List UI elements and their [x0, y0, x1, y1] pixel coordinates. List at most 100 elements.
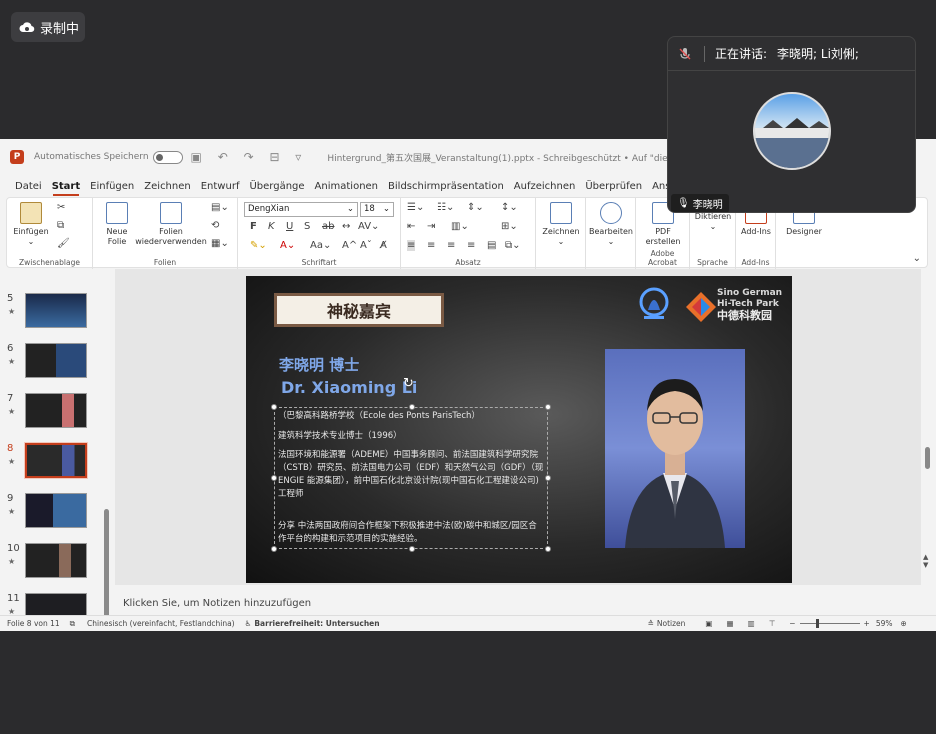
- grow-font-icon[interactable]: A^: [342, 240, 357, 251]
- change-case-icon[interactable]: Aa⌄: [310, 240, 331, 251]
- shrink-font-icon[interactable]: Aˇ: [360, 240, 372, 251]
- resize-handle[interactable]: [271, 404, 277, 410]
- justify-icon[interactable]: ≡: [467, 240, 475, 251]
- tab-bildschirmpraesentation[interactable]: Bildschirmpräsentation: [383, 181, 509, 197]
- resize-handle[interactable]: [271, 546, 277, 552]
- shadow-icon[interactable]: S: [304, 221, 310, 232]
- thumbnail-slide-7[interactable]: 7 ★: [0, 393, 112, 433]
- spellcheck-icon[interactable]: ⧉: [70, 619, 75, 629]
- layout-icon[interactable]: ▤⌄: [211, 202, 229, 213]
- reuse-slides-button[interactable]: Folien wiederverwenden: [135, 202, 207, 247]
- underline-icon[interactable]: U: [286, 221, 293, 232]
- zoom-slider-thumb[interactable]: [815, 619, 819, 628]
- numbering-icon[interactable]: ☷⌄: [437, 202, 454, 213]
- resize-handle[interactable]: [545, 546, 551, 552]
- quick-access-icons[interactable]: ▣ ↶ ↷ ⊟ ▿: [191, 150, 308, 164]
- resize-handle[interactable]: [545, 475, 551, 481]
- new-slide-icon: [106, 202, 128, 224]
- cut-icon[interactable]: ✂: [57, 202, 65, 213]
- accessibility-status[interactable]: Barrierefreiheit: Untersuchen: [254, 619, 379, 628]
- canvas-scrollbar[interactable]: ▲ ▼: [923, 269, 930, 615]
- align-left-icon[interactable]: ≡: [407, 240, 416, 251]
- edit-button[interactable]: Bearbeiten ⌄: [588, 202, 634, 247]
- highlight-icon[interactable]: ✎⌄: [250, 240, 267, 251]
- resize-handle[interactable]: [409, 546, 415, 552]
- scroll-arrows-icon[interactable]: ▲ ▼: [923, 553, 928, 569]
- zoom-in-icon[interactable]: +: [864, 619, 870, 628]
- section-icon[interactable]: ▦⌄: [211, 238, 229, 249]
- scrollbar-thumb[interactable]: [925, 447, 930, 469]
- speaker-photo[interactable]: [605, 349, 745, 548]
- zoom-slider[interactable]: [799, 619, 860, 628]
- normal-view-icon[interactable]: ▣: [705, 619, 712, 628]
- notes-pane[interactable]: Klicken Sie, um Notizen hinzuzufügen: [115, 591, 921, 615]
- resize-handle[interactable]: [545, 404, 551, 410]
- columns-icon[interactable]: ▥⌄: [451, 221, 469, 232]
- slide-sorter-icon[interactable]: ▦: [727, 619, 734, 628]
- align-center-icon[interactable]: ≡: [427, 240, 435, 251]
- align-text-icon[interactable]: ⊞⌄: [501, 221, 518, 232]
- edit-group: Bearbeiten ⌄: [586, 198, 636, 269]
- participant-avatar[interactable]: [753, 92, 831, 170]
- align-right-icon[interactable]: ≡: [447, 240, 455, 251]
- zoom-out-icon[interactable]: −: [789, 619, 795, 628]
- draw-button[interactable]: Zeichnen ⌄: [540, 202, 582, 247]
- thumbnail-slide-5[interactable]: 5 ★: [0, 293, 112, 333]
- ribbon-collapse-icon[interactable]: ⌄: [913, 253, 921, 264]
- smartart-icon[interactable]: ⧉⌄: [505, 240, 521, 251]
- notes-toggle[interactable]: Notizen: [657, 619, 686, 628]
- format-painter-icon[interactable]: 🖌: [57, 238, 70, 249]
- tab-uebergaenge[interactable]: Übergänge: [244, 181, 309, 197]
- language-status[interactable]: Chinesisch (vereinfacht, Festlandchina): [87, 619, 235, 628]
- tab-aufzeichnen[interactable]: Aufzeichnen: [509, 181, 581, 197]
- dictate-button[interactable]: Diktieren ⌄: [692, 212, 734, 232]
- tab-datei[interactable]: Datei: [10, 181, 47, 197]
- tab-entwurf[interactable]: Entwurf: [196, 181, 245, 197]
- thumbnail-slide-8[interactable]: 8 ★: [0, 442, 112, 483]
- recording-indicator[interactable]: 录制中: [11, 12, 85, 42]
- tab-start[interactable]: Start: [47, 181, 85, 197]
- font-name-select[interactable]: DengXian ⌄: [244, 202, 358, 217]
- line-spacing-icon[interactable]: ⇕⌄: [467, 202, 484, 213]
- slideshow-icon[interactable]: ⊤: [769, 619, 776, 628]
- bullets-icon[interactable]: ☰⌄: [407, 202, 424, 213]
- increase-indent-icon[interactable]: ⇥: [427, 221, 435, 232]
- resize-handle[interactable]: [271, 475, 277, 481]
- strikethrough-icon[interactable]: ab: [322, 221, 334, 232]
- case-icon[interactable]: AV⌄: [358, 221, 379, 232]
- bio-line-school: （巴黎高科路桥学校（Ecole des Ponts ParisTech）: [278, 411, 480, 421]
- tab-zeichnen[interactable]: Zeichnen: [139, 181, 195, 197]
- thumbnail-slide-10[interactable]: 10 ★: [0, 543, 112, 583]
- italic-icon[interactable]: K: [268, 221, 275, 232]
- reading-view-icon[interactable]: ▥: [748, 619, 755, 628]
- tab-einfuegen[interactable]: Einfügen: [85, 181, 139, 197]
- thumbnail-scrollbar[interactable]: [104, 509, 109, 615]
- font-color-icon[interactable]: A⌄: [280, 240, 295, 251]
- active-speaker-bar: 正在讲话: 李晓明; Li刘俐;: [668, 37, 915, 71]
- tab-animationen[interactable]: Animationen: [310, 181, 383, 197]
- thumbnail-slide-6[interactable]: 6 ★: [0, 343, 112, 383]
- tab-ueberpruefen[interactable]: Überprüfen: [580, 181, 647, 197]
- autosave-toggle[interactable]: [152, 150, 183, 164]
- slide-counter: Folie 8 von 11: [7, 619, 60, 628]
- speaker-name-cn: 李晓明 博士: [279, 356, 360, 374]
- thumbnail-slide-11[interactable]: 11 ★: [0, 593, 112, 615]
- distribute-icon[interactable]: ▤: [487, 240, 496, 251]
- reset-icon[interactable]: ⟲: [211, 220, 219, 231]
- mic-muted-icon[interactable]: [678, 47, 692, 61]
- zoom-level[interactable]: 59%: [876, 619, 893, 628]
- bold-icon[interactable]: F: [250, 221, 257, 232]
- font-size-select[interactable]: 18 ⌄: [360, 202, 394, 217]
- text-direction-icon[interactable]: ↕⌄: [501, 202, 518, 213]
- copy-icon[interactable]: ⧉: [57, 220, 64, 231]
- slide-8[interactable]: 神秘嘉宾 Sino German Hi-Tech Park 中德科教园 李晓明: [246, 276, 792, 583]
- rotate-handle-icon[interactable]: ↻: [403, 376, 414, 391]
- thumbnail-slide-9[interactable]: 9 ★: [0, 493, 112, 533]
- fit-slide-icon[interactable]: ⊕: [901, 619, 907, 628]
- paste-button[interactable]: Einfügen ⌄: [13, 202, 49, 247]
- clear-format-icon[interactable]: A̸: [380, 240, 387, 251]
- new-slide-button[interactable]: Neue Folie: [99, 202, 135, 247]
- decrease-indent-icon[interactable]: ⇤: [407, 221, 415, 232]
- divider: [704, 45, 705, 62]
- spacing-icon[interactable]: ↔: [342, 221, 350, 232]
